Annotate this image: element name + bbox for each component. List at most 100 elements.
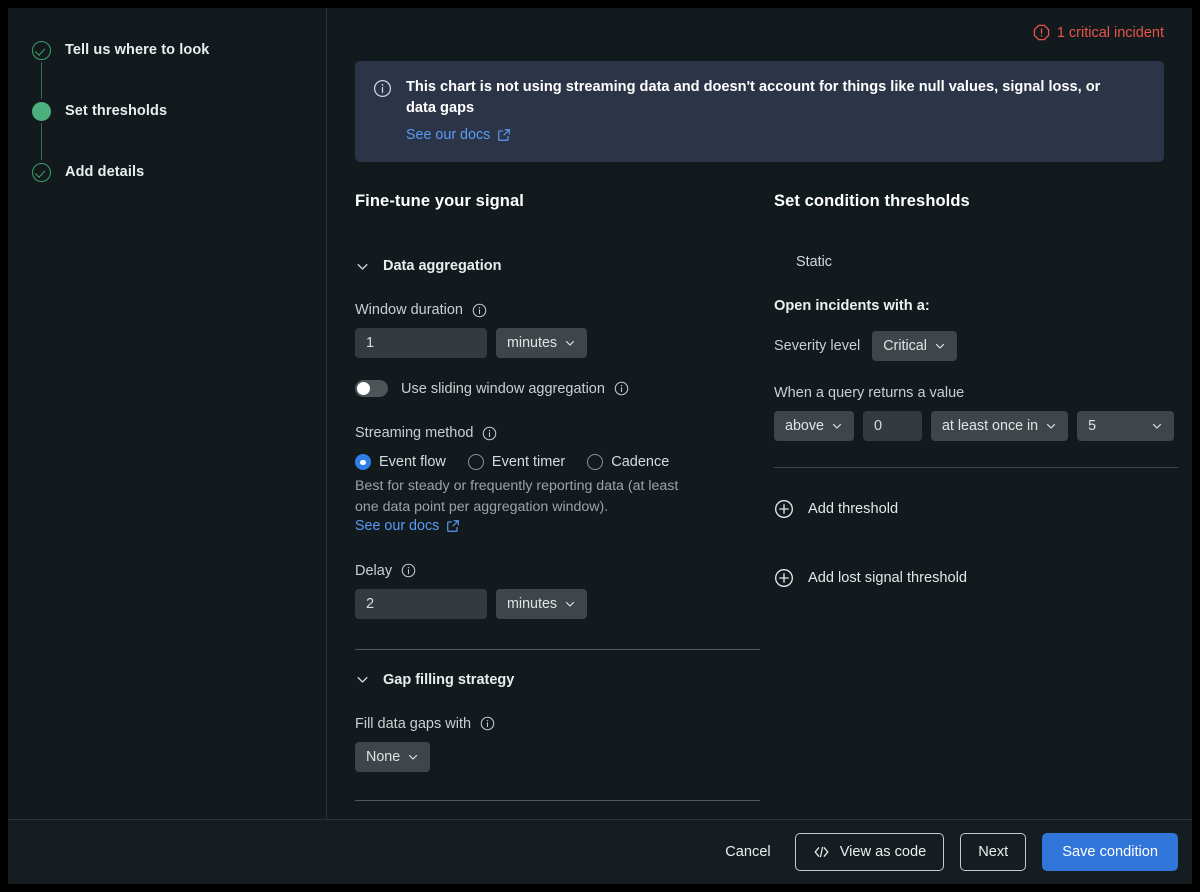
plus-circle-icon xyxy=(774,568,794,588)
delay-input[interactable] xyxy=(355,589,487,619)
view-as-code-label: View as code xyxy=(840,844,927,860)
step-connector xyxy=(30,123,52,160)
delay-unit-label: minutes xyxy=(507,596,557,612)
sidebar-item-set-thresholds[interactable]: Set thresholds xyxy=(30,99,326,123)
info-circle-icon[interactable] xyxy=(482,426,497,441)
chevron-down-icon xyxy=(407,751,419,763)
info-circle-icon xyxy=(373,79,392,98)
open-incidents-label: Open incidents with a: xyxy=(774,298,1178,314)
radio-cadence[interactable]: Cadence xyxy=(587,454,681,470)
form-columns: Fine-tune your signal Data aggregation W… xyxy=(347,192,1178,800)
condition-builder-panel: Tell us where to look Set thresholds Add… xyxy=(8,8,1192,884)
step-connector xyxy=(30,62,52,99)
delay-row: minutes xyxy=(355,589,759,619)
streaming-method-label: Streaming method xyxy=(355,425,473,441)
code-brackets-icon xyxy=(813,845,830,859)
window-duration-label: Window duration xyxy=(355,302,463,318)
view-as-code-button[interactable]: View as code xyxy=(795,833,945,871)
radio-event-flow[interactable]: Event flow xyxy=(355,454,458,470)
info-circle-icon[interactable] xyxy=(401,563,416,578)
alert-octagon-icon xyxy=(1033,24,1050,41)
streaming-method-docs-label: See our docs xyxy=(355,518,439,534)
window-duration-unit-select[interactable]: minutes xyxy=(496,328,587,358)
app-root: Tell us where to look Set thresholds Add… xyxy=(0,0,1200,892)
add-threshold-button[interactable]: Add threshold xyxy=(774,499,1178,519)
set-condition-thresholds-column: Set condition thresholds Static Open inc… xyxy=(767,192,1178,800)
window-duration-label-row: Window duration xyxy=(355,302,759,318)
tab-static[interactable]: Static xyxy=(774,254,1178,270)
radio-label: Cadence xyxy=(611,454,669,470)
query-threshold-value-input[interactable] xyxy=(863,411,922,441)
step-label: Set thresholds xyxy=(65,103,167,119)
critical-incident-label: 1 critical incident xyxy=(1057,25,1164,41)
chevron-down-icon xyxy=(355,672,370,687)
severity-level-value: Critical xyxy=(883,338,927,354)
query-value-label: When a query returns a value xyxy=(774,385,1178,401)
sidebar-item-add-details[interactable]: Add details xyxy=(30,160,326,184)
radio-indicator xyxy=(587,454,603,470)
window-duration-unit-label: minutes xyxy=(507,335,557,351)
chevron-down-icon xyxy=(564,598,576,610)
data-aggregation-section-header[interactable]: Data aggregation xyxy=(355,258,759,274)
divider xyxy=(355,649,760,650)
add-threshold-label: Add threshold xyxy=(808,501,898,517)
gap-filling-section-header[interactable]: Gap filling strategy xyxy=(355,672,759,688)
data-aggregation-label: Data aggregation xyxy=(383,258,501,274)
delay-label: Delay xyxy=(355,563,392,579)
wizard-stepper-sidebar: Tell us where to look Set thresholds Add… xyxy=(8,8,327,819)
fill-data-gaps-label-row: Fill data gaps with xyxy=(355,716,759,732)
step-label: Tell us where to look xyxy=(65,42,209,58)
banner-body: This chart is not using streaming data a… xyxy=(406,77,1126,144)
step-current-icon xyxy=(30,100,52,122)
radio-event-timer[interactable]: Event timer xyxy=(468,454,577,470)
sidebar-item-tell-us-where-to-look[interactable]: Tell us where to look xyxy=(30,38,326,62)
sliding-window-row: Use sliding window aggregation xyxy=(355,380,759,397)
fill-data-gaps-select[interactable]: None xyxy=(355,742,430,772)
severity-level-label: Severity level xyxy=(774,338,860,354)
fill-data-gaps-value: None xyxy=(366,749,400,765)
critical-incident-badge[interactable]: 1 critical incident xyxy=(1033,24,1164,41)
radio-indicator xyxy=(355,454,371,470)
step-complete-icon xyxy=(30,39,52,61)
chevron-down-icon xyxy=(355,259,370,274)
sliding-window-toggle[interactable] xyxy=(355,380,388,397)
query-operator-value: above xyxy=(785,418,824,434)
sliding-window-label: Use sliding window aggregation xyxy=(401,381,605,397)
chevron-down-icon xyxy=(831,420,843,432)
fine-tune-signal-column: Fine-tune your signal Data aggregation W… xyxy=(355,192,767,800)
window-duration-input[interactable] xyxy=(355,328,487,358)
action-footer: Cancel View as code Next Save condition xyxy=(8,819,1192,884)
sliding-window-label-group: Use sliding window aggregation xyxy=(401,381,629,397)
banner-docs-link[interactable]: See our docs xyxy=(406,127,511,143)
add-lost-signal-threshold-button[interactable]: Add lost signal threshold xyxy=(774,568,1178,588)
step-complete-icon xyxy=(30,161,52,183)
chevron-down-icon xyxy=(1045,420,1057,432)
radio-label: Event flow xyxy=(379,454,446,470)
info-circle-icon[interactable] xyxy=(472,303,487,318)
incident-row: 1 critical incident xyxy=(347,8,1178,41)
streaming-method-helper-text: Best for steady or frequently reporting … xyxy=(355,476,700,516)
severity-level-select[interactable]: Critical xyxy=(872,331,957,361)
query-operator-select[interactable]: above xyxy=(774,411,854,441)
chevron-down-icon xyxy=(934,340,946,352)
query-controls-row: above at least once in xyxy=(774,411,1178,441)
streaming-method-radio-group: Event flow Event timer Cadence xyxy=(355,454,759,470)
cancel-button[interactable]: Cancel xyxy=(717,833,778,871)
plus-circle-icon xyxy=(774,499,794,519)
step-label: Add details xyxy=(65,164,144,180)
main-content: 1 critical incident This chart is not us… xyxy=(327,8,1192,819)
save-condition-button[interactable]: Save condition xyxy=(1042,833,1178,871)
divider xyxy=(355,800,760,801)
streaming-method-docs-link[interactable]: See our docs xyxy=(355,518,460,534)
query-frequency-select[interactable]: at least once in xyxy=(931,411,1068,441)
delay-unit-select[interactable]: minutes xyxy=(496,589,587,619)
severity-row: Severity level Critical xyxy=(774,331,1178,361)
fill-data-gaps-row: None xyxy=(355,742,759,772)
info-circle-icon[interactable] xyxy=(480,716,495,731)
next-button[interactable]: Next xyxy=(960,833,1026,871)
query-window-select[interactable]: 5 xyxy=(1077,411,1174,441)
chevron-down-icon xyxy=(1151,420,1163,432)
info-circle-icon[interactable] xyxy=(614,381,629,396)
radio-label: Event timer xyxy=(492,454,565,470)
thresholds-title: Set condition thresholds xyxy=(774,192,1178,211)
